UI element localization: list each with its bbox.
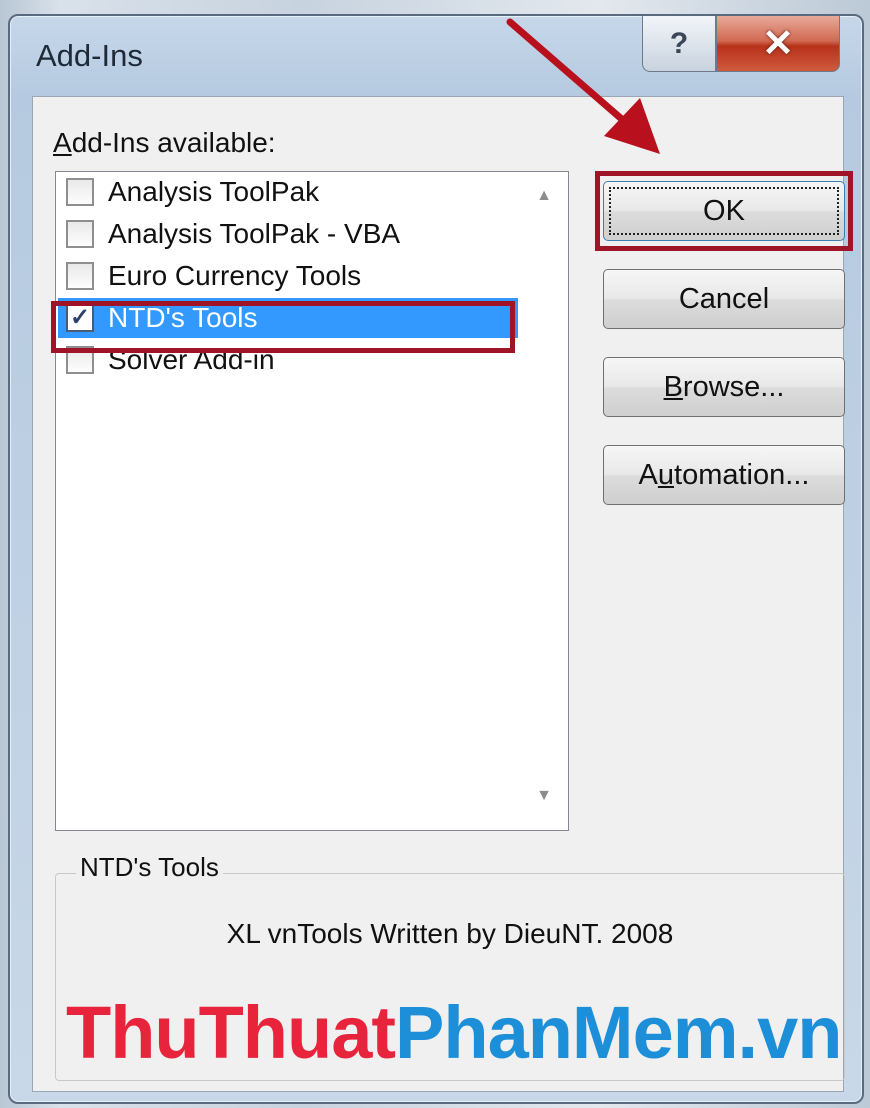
annotation-arrow [506, 18, 660, 154]
